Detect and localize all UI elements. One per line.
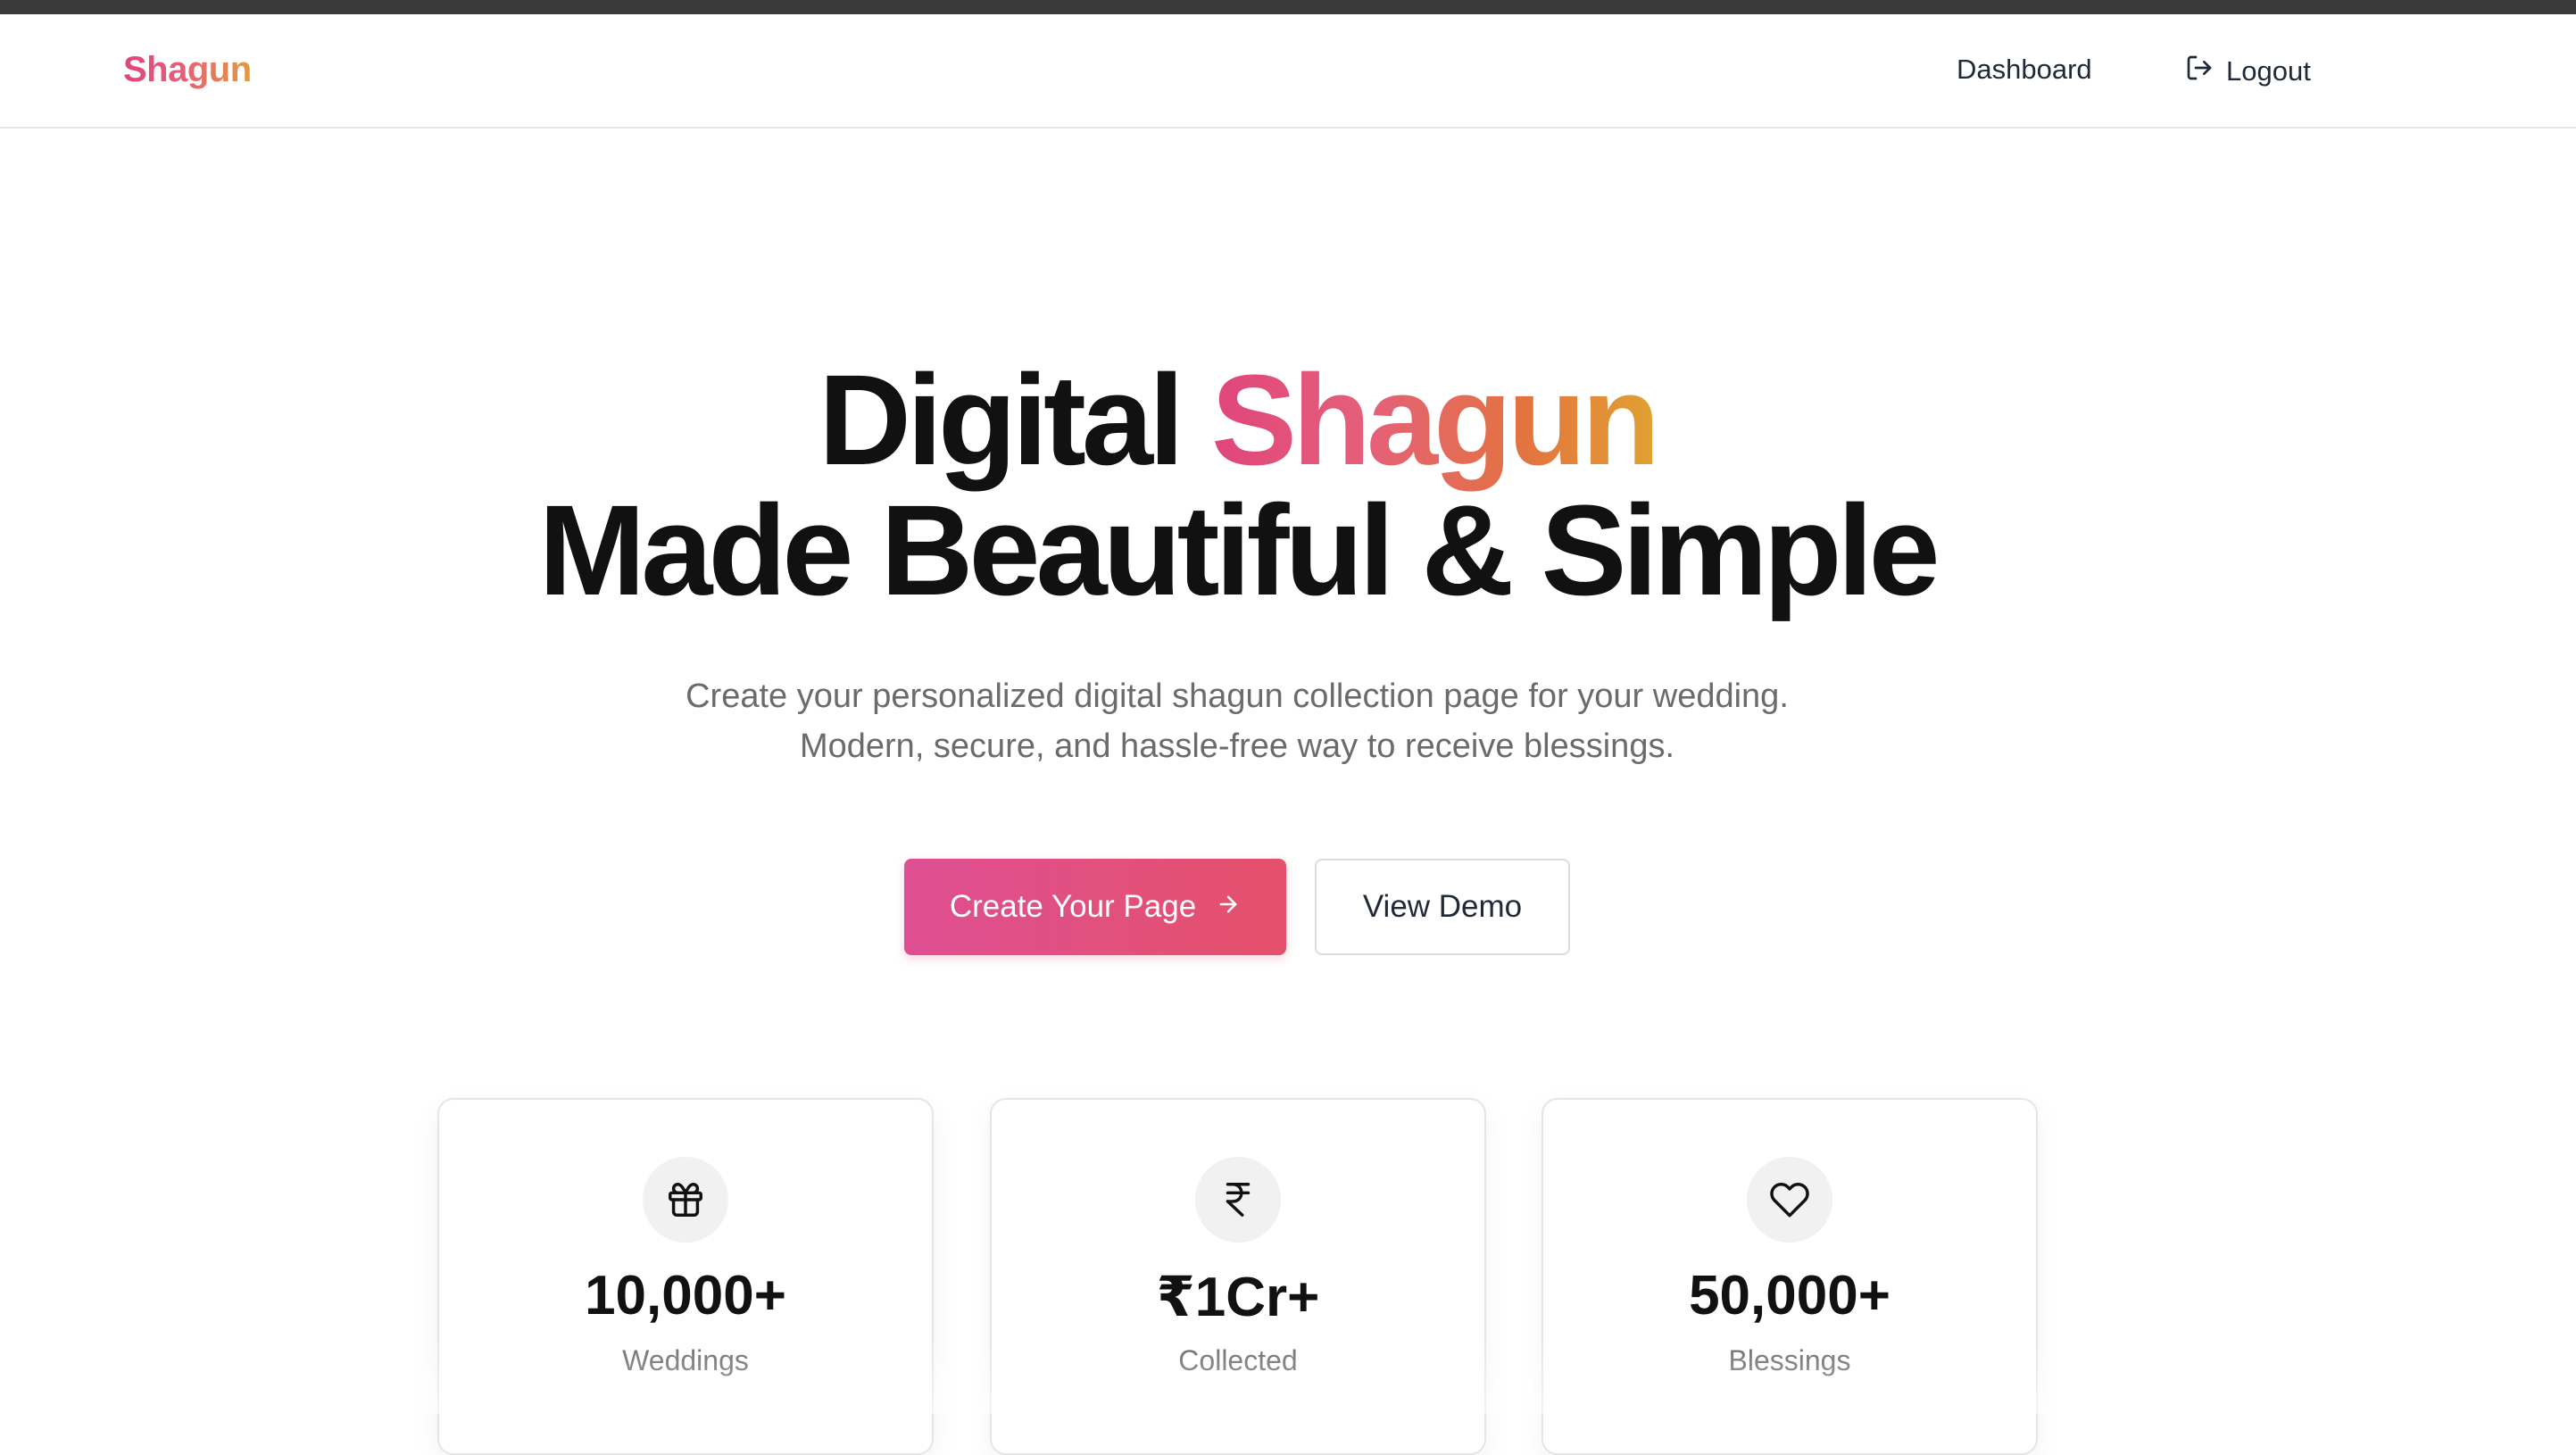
stat-card-weddings: 10,000+ Weddings [437, 1098, 934, 1455]
rupee-icon [1195, 1157, 1281, 1243]
hero-title-plain: Digital [818, 348, 1212, 492]
stat-label: Weddings [622, 1344, 749, 1376]
window-top-strip [0, 0, 2576, 14]
hero-title: Digital Shagun Made Beautiful & Simple [0, 355, 2474, 616]
hero-title-line2: Made Beautiful & Simple [538, 478, 1940, 622]
view-demo-button-label: View Demo [1362, 889, 1523, 924]
stat-card-collected: ₹1Cr+ Collected [990, 1098, 1486, 1455]
nav-dashboard-link[interactable]: Dashboard [1957, 54, 2092, 86]
stat-card-blessings: 50,000+ Blessings [1541, 1098, 2038, 1455]
create-page-button-label: Create Your Page [949, 889, 1197, 924]
brand-logo[interactable]: Shagun [123, 50, 252, 90]
stat-label: Blessings [1728, 1344, 1851, 1376]
create-page-button[interactable]: Create Your Page [904, 859, 1286, 955]
gift-icon [643, 1157, 728, 1243]
hero-title-accent: Shagun [1211, 348, 1660, 492]
nav-logout-label: Logout [2226, 55, 2311, 87]
arrow-right-icon [1216, 889, 1241, 925]
stat-value: 10,000+ [585, 1265, 786, 1326]
hero-subtitle-line2: Modern, secure, and hassle-free way to r… [799, 728, 1675, 765]
stat-label: Collected [1178, 1344, 1298, 1376]
nav-dashboard-label: Dashboard [1957, 54, 2092, 85]
hero-subtitle: Create your personalized digital shagun … [0, 671, 2474, 771]
stat-value: 50,000+ [1689, 1265, 1890, 1326]
view-demo-button[interactable]: View Demo [1315, 859, 1570, 955]
logout-icon [2185, 54, 2214, 89]
heart-icon [1747, 1157, 1832, 1243]
hero-subtitle-line1: Create your personalized digital shagun … [686, 678, 1789, 715]
navbar: Shagun Dashboard Logout [0, 14, 2576, 129]
nav-logout-link[interactable]: Logout [2185, 54, 2311, 89]
stat-value: ₹1Cr+ [1156, 1267, 1320, 1328]
